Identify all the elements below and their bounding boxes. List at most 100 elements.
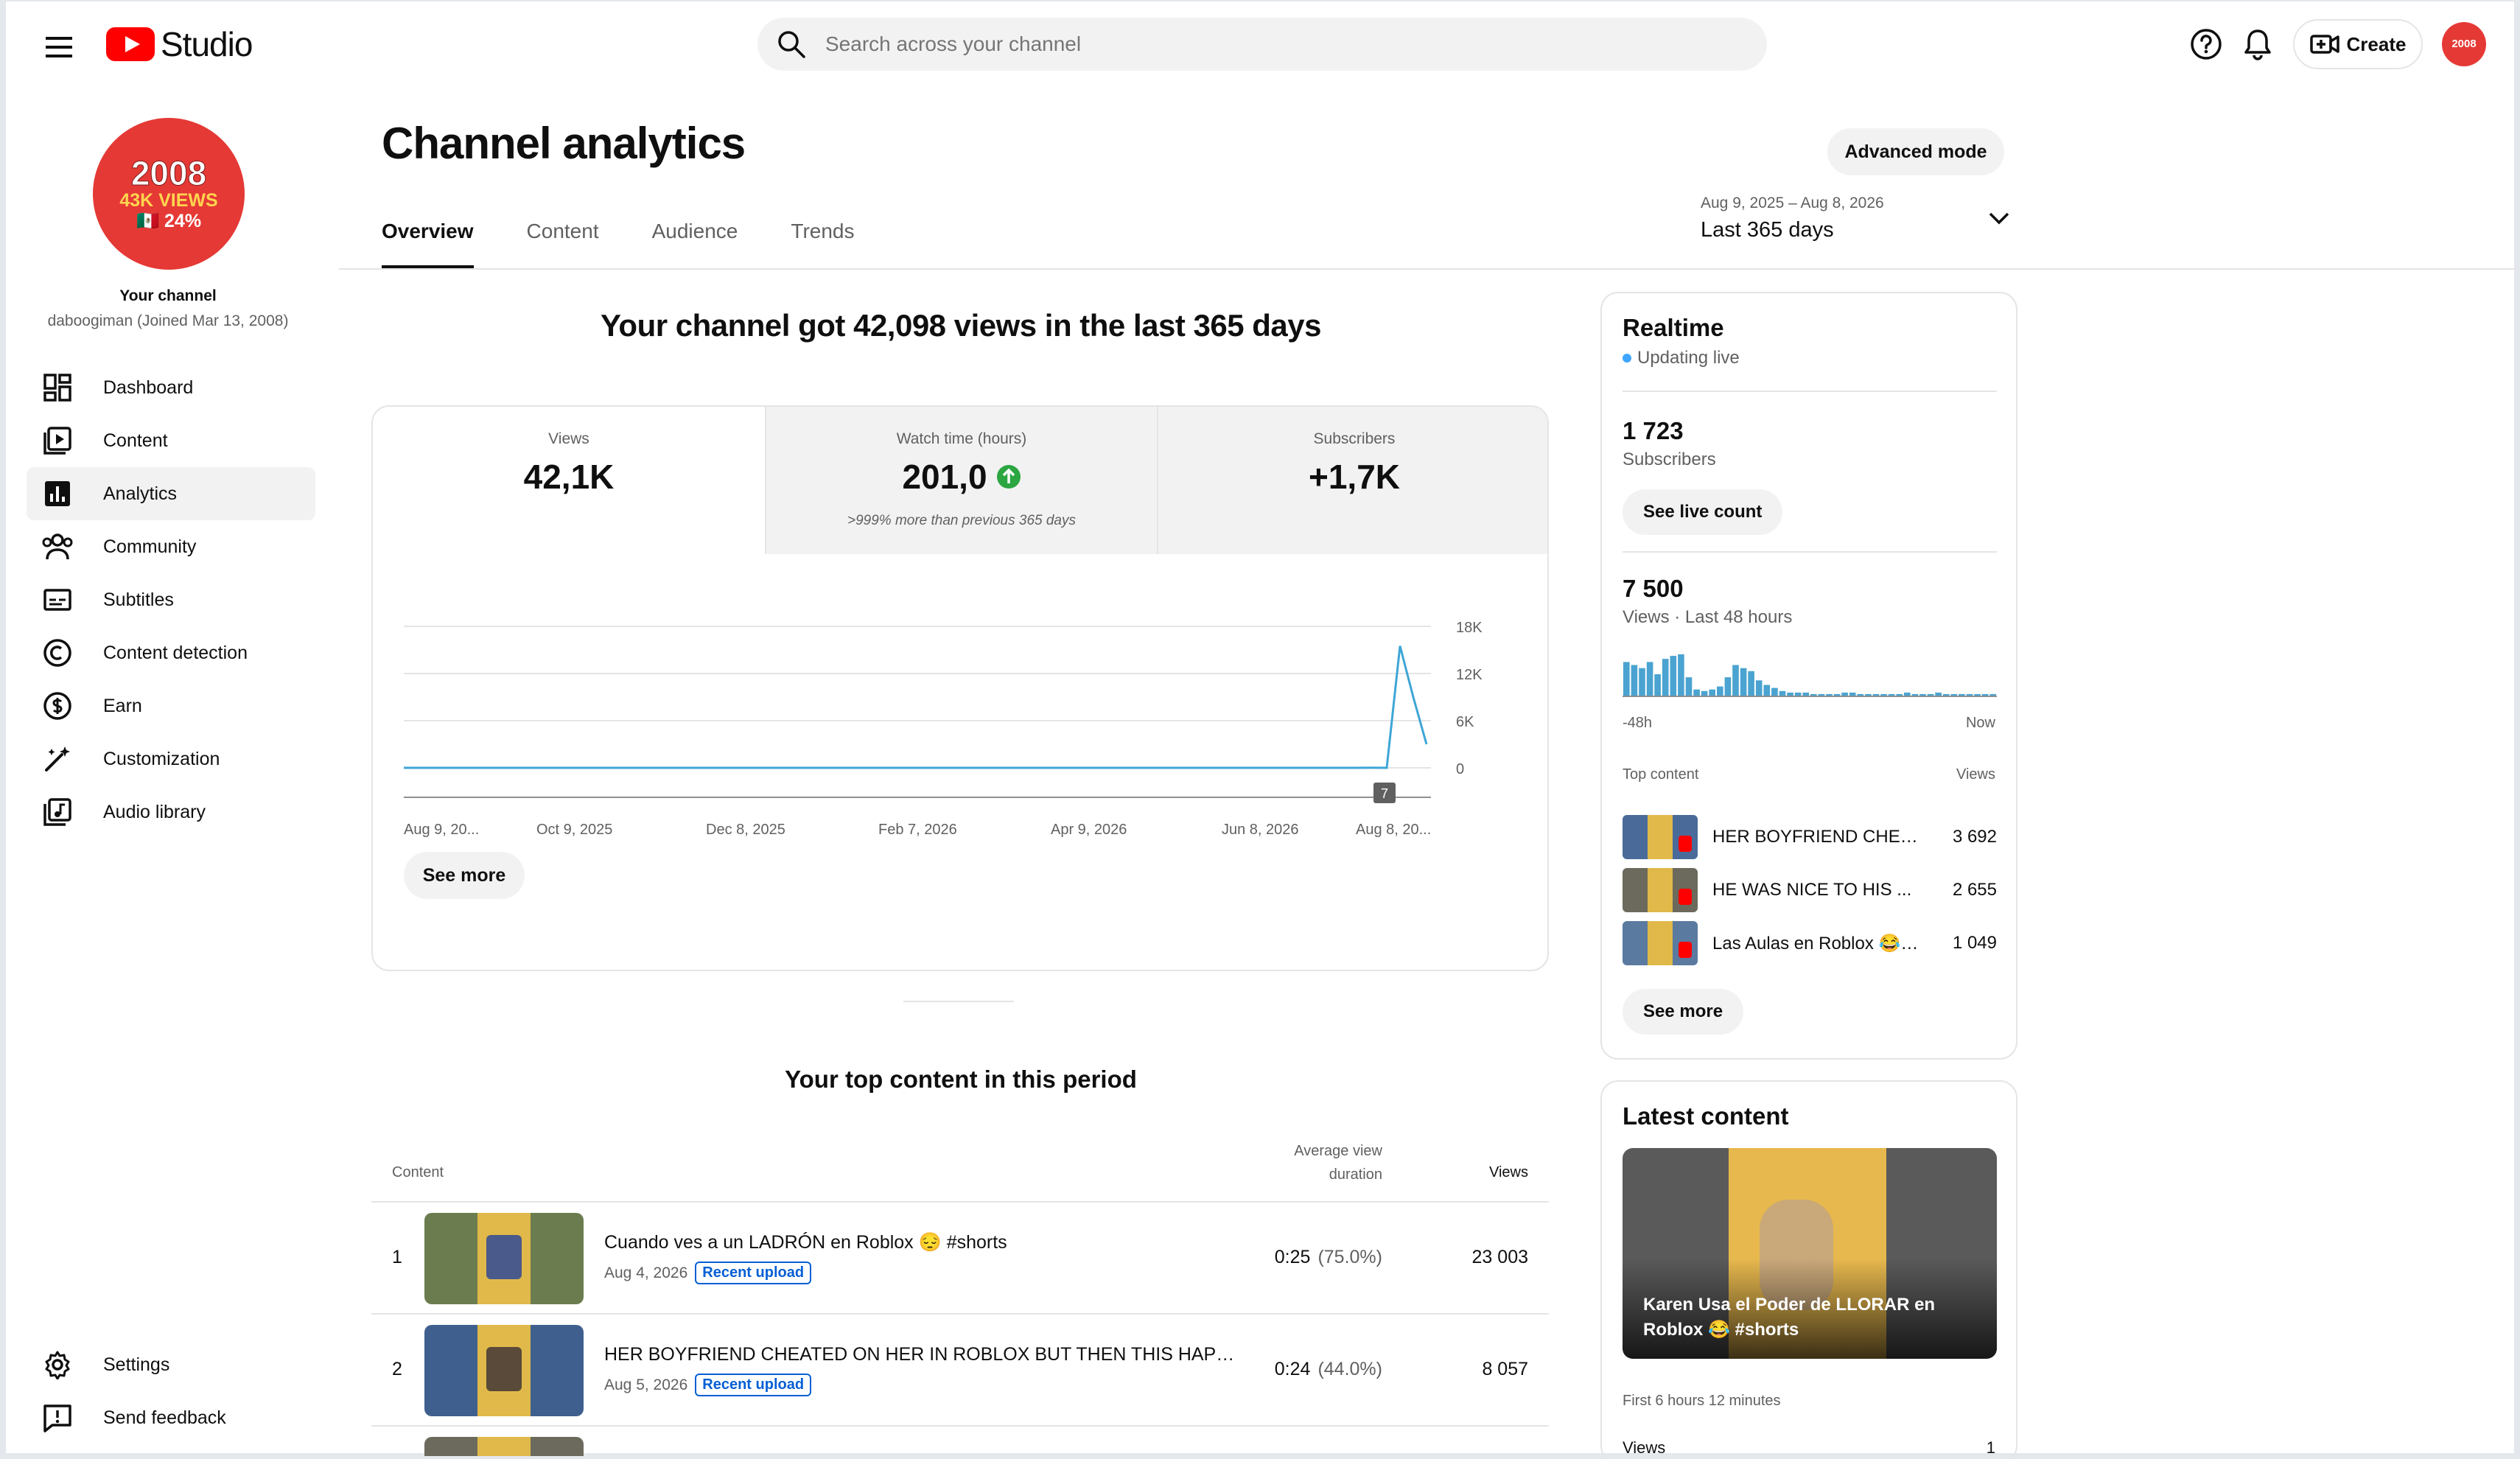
- sidebar-item-send-feedback[interactable]: Send feedback: [27, 1391, 315, 1444]
- y-tick-label: 18K: [1456, 620, 1483, 636]
- video-thumbnail[interactable]: [424, 1437, 584, 1456]
- latest-content-title: Latest content: [1623, 1102, 1789, 1130]
- video-title: HE WAS NICE TO HIS ...: [1712, 880, 1912, 900]
- subtitles-icon: [41, 584, 74, 616]
- table-row[interactable]: 1 Cuando ves a un LADRÓN en Roblox 😔 #sh…: [371, 1203, 1549, 1315]
- avg-view-duration: 0:24: [1274, 1359, 1311, 1379]
- your-channel-label: Your channel: [119, 287, 217, 304]
- views-line-chart: 18K 12K 6K 0 Aug 9, 20... Oct 9, 2025 Dec 8, 2…: [404, 620, 1483, 838]
- metric-views[interactable]: Views 42,1K: [373, 407, 765, 554]
- sidebar-item-customization[interactable]: Customization: [27, 732, 315, 786]
- tab-overview[interactable]: Overview: [382, 220, 474, 270]
- realtime-bar: [1740, 668, 1747, 696]
- x-tick-label: Feb 7, 2026: [878, 822, 957, 838]
- logo-text: Studio: [161, 25, 253, 63]
- realtime-bar: [1904, 692, 1911, 696]
- sidebar-item-analytics[interactable]: Analytics: [27, 467, 315, 520]
- views-series-line: [404, 645, 1428, 769]
- realtime-bar: [1989, 693, 1996, 696]
- metric-value: +1,7K: [1308, 458, 1401, 496]
- x-tick-label: Aug 8, 20...: [1356, 822, 1431, 838]
- latest-views-label: Views: [1623, 1438, 1666, 1457]
- sidebar-item-community[interactable]: Community: [27, 520, 315, 573]
- copyright-icon: [41, 637, 74, 669]
- date-range-selector[interactable]: Aug 9, 2025 – Aug 8, 2026 Last 365 days: [1701, 195, 2010, 253]
- tab-trends[interactable]: Trends: [791, 220, 854, 270]
- views-chart: 18K 12K 6K 0 Aug 9, 20... Oct 9, 2025 Dec 8, 2…: [373, 554, 1547, 970]
- top-content-item[interactable]: Las Aulas en Roblox 😂 #shorts 1 049: [1623, 921, 1997, 965]
- realtime-bar: [1888, 693, 1895, 696]
- feedback-icon: [41, 1402, 74, 1434]
- avg-view-duration: 0:25: [1274, 1247, 1311, 1267]
- video-thumbnail[interactable]: [424, 1325, 584, 1416]
- realtime-bar: [1872, 693, 1880, 696]
- col-views[interactable]: Views: [1489, 1164, 1528, 1181]
- notifications-bell-icon[interactable]: [2234, 21, 2281, 68]
- recent-upload-badge: Recent upload: [695, 1374, 812, 1396]
- video-thumbnail[interactable]: [424, 1213, 584, 1304]
- video-thumbnail: [1623, 921, 1698, 965]
- metric-watch-time[interactable]: Watch time (hours) 201,0 >999% more than…: [765, 407, 1158, 554]
- search-bar[interactable]: [757, 18, 1767, 71]
- realtime-bar: [1779, 690, 1786, 696]
- sidebar-item-audio-library[interactable]: Audio library: [27, 786, 315, 839]
- sidebar: 2008 43K VIEWS 🇲🇽 24% Your channel daboo…: [6, 88, 330, 1455]
- realtime-bar: [1685, 677, 1693, 696]
- table-row[interactable]: 2 HER BOYFRIEND CHEATED ON HER IN ROBLOX…: [371, 1315, 1549, 1427]
- row-rank: 2: [392, 1359, 402, 1379]
- metric-subscribers[interactable]: Subscribers +1,7K: [1158, 407, 1547, 554]
- avg-view-pct: (75.0%): [1317, 1247, 1382, 1267]
- sidebar-item-label: Send feedback: [103, 1407, 226, 1428]
- see-more-button[interactable]: See more: [404, 852, 525, 899]
- table-header: Content Average view duration Views: [371, 1129, 1549, 1203]
- realtime-bar-chart: [1623, 654, 1997, 697]
- menu-icon[interactable]: [38, 27, 80, 68]
- metric-value: 42,1K: [523, 458, 615, 496]
- divider: [1623, 551, 1997, 553]
- dollar-icon: [41, 690, 74, 722]
- latest-video-title: Karen Usa el Poder de LLORAR en Roblox 😂…: [1643, 1295, 1936, 1340]
- video-title[interactable]: HER BOYFRIEND CHEATED ON HER IN ROBLOX B…: [604, 1344, 1238, 1365]
- realtime-status: Updating live: [1623, 348, 1740, 368]
- channel-avatar[interactable]: 2008 43K VIEWS 🇲🇽 24%: [93, 118, 245, 270]
- realtime-bar: [1654, 674, 1661, 696]
- video-views: 3 692: [1952, 827, 1997, 847]
- studio-logo[interactable]: Studio: [106, 22, 253, 66]
- search-input[interactable]: [825, 32, 1709, 56]
- realtime-see-more-button[interactable]: See more: [1623, 989, 1744, 1035]
- table-row[interactable]: [371, 1427, 1549, 1456]
- see-live-count-button[interactable]: See live count: [1623, 489, 1783, 535]
- sidebar-item-label: Community: [103, 536, 197, 557]
- top-content-item[interactable]: HER BOYFRIEND CHEATED ON HER... 3 692: [1623, 815, 1997, 859]
- metric-label: Watch time (hours): [896, 430, 1027, 447]
- create-button[interactable]: Create: [2293, 19, 2423, 69]
- realtime-bar: [1826, 693, 1833, 696]
- top-content-item[interactable]: HE WAS NICE TO HIS ... 2 655: [1623, 868, 1997, 912]
- youtube-logo-icon: [106, 27, 155, 61]
- col-avg-view-duration[interactable]: Average view duration: [1264, 1139, 1382, 1186]
- realtime-bar: [1748, 671, 1754, 696]
- realtime-card: Realtime Updating live 1 723 Subscribers…: [1600, 292, 2017, 1060]
- sidebar-item-settings[interactable]: Settings: [27, 1338, 315, 1391]
- top-header: Studio Create 2008: [6, 1, 2514, 88]
- sidebar-item-subtitles[interactable]: Subtitles: [27, 573, 315, 626]
- video-views: 2 655: [1952, 880, 1997, 900]
- advanced-mode-button[interactable]: Advanced mode: [1827, 128, 2004, 175]
- x-tick-label: Oct 9, 2025: [536, 822, 612, 838]
- sidebar-item-content[interactable]: Content: [27, 414, 315, 467]
- tab-content[interactable]: Content: [527, 220, 599, 270]
- account-avatar[interactable]: 2008: [2442, 22, 2486, 66]
- latest-video-thumbnail[interactable]: Karen Usa el Poder de LLORAR en Roblox 😂…: [1623, 1148, 1997, 1359]
- realtime-bar: [1717, 686, 1723, 696]
- realtime-bar: [1857, 693, 1864, 696]
- help-icon[interactable]: [2183, 21, 2230, 68]
- sidebar-item-earn[interactable]: Earn: [27, 679, 315, 732]
- sidebar-item-content-detection[interactable]: Content detection: [27, 626, 315, 679]
- content-icon: [41, 424, 74, 457]
- realtime-bar: [1662, 659, 1669, 696]
- sidebar-item-dashboard[interactable]: Dashboard: [27, 361, 315, 414]
- tab-audience[interactable]: Audience: [652, 220, 738, 270]
- upload-marker[interactable]: 7: [1373, 783, 1396, 803]
- video-title[interactable]: Cuando ves a un LADRÓN en Roblox 😔 #shor…: [604, 1232, 1238, 1253]
- magic-wand-icon: [41, 743, 74, 775]
